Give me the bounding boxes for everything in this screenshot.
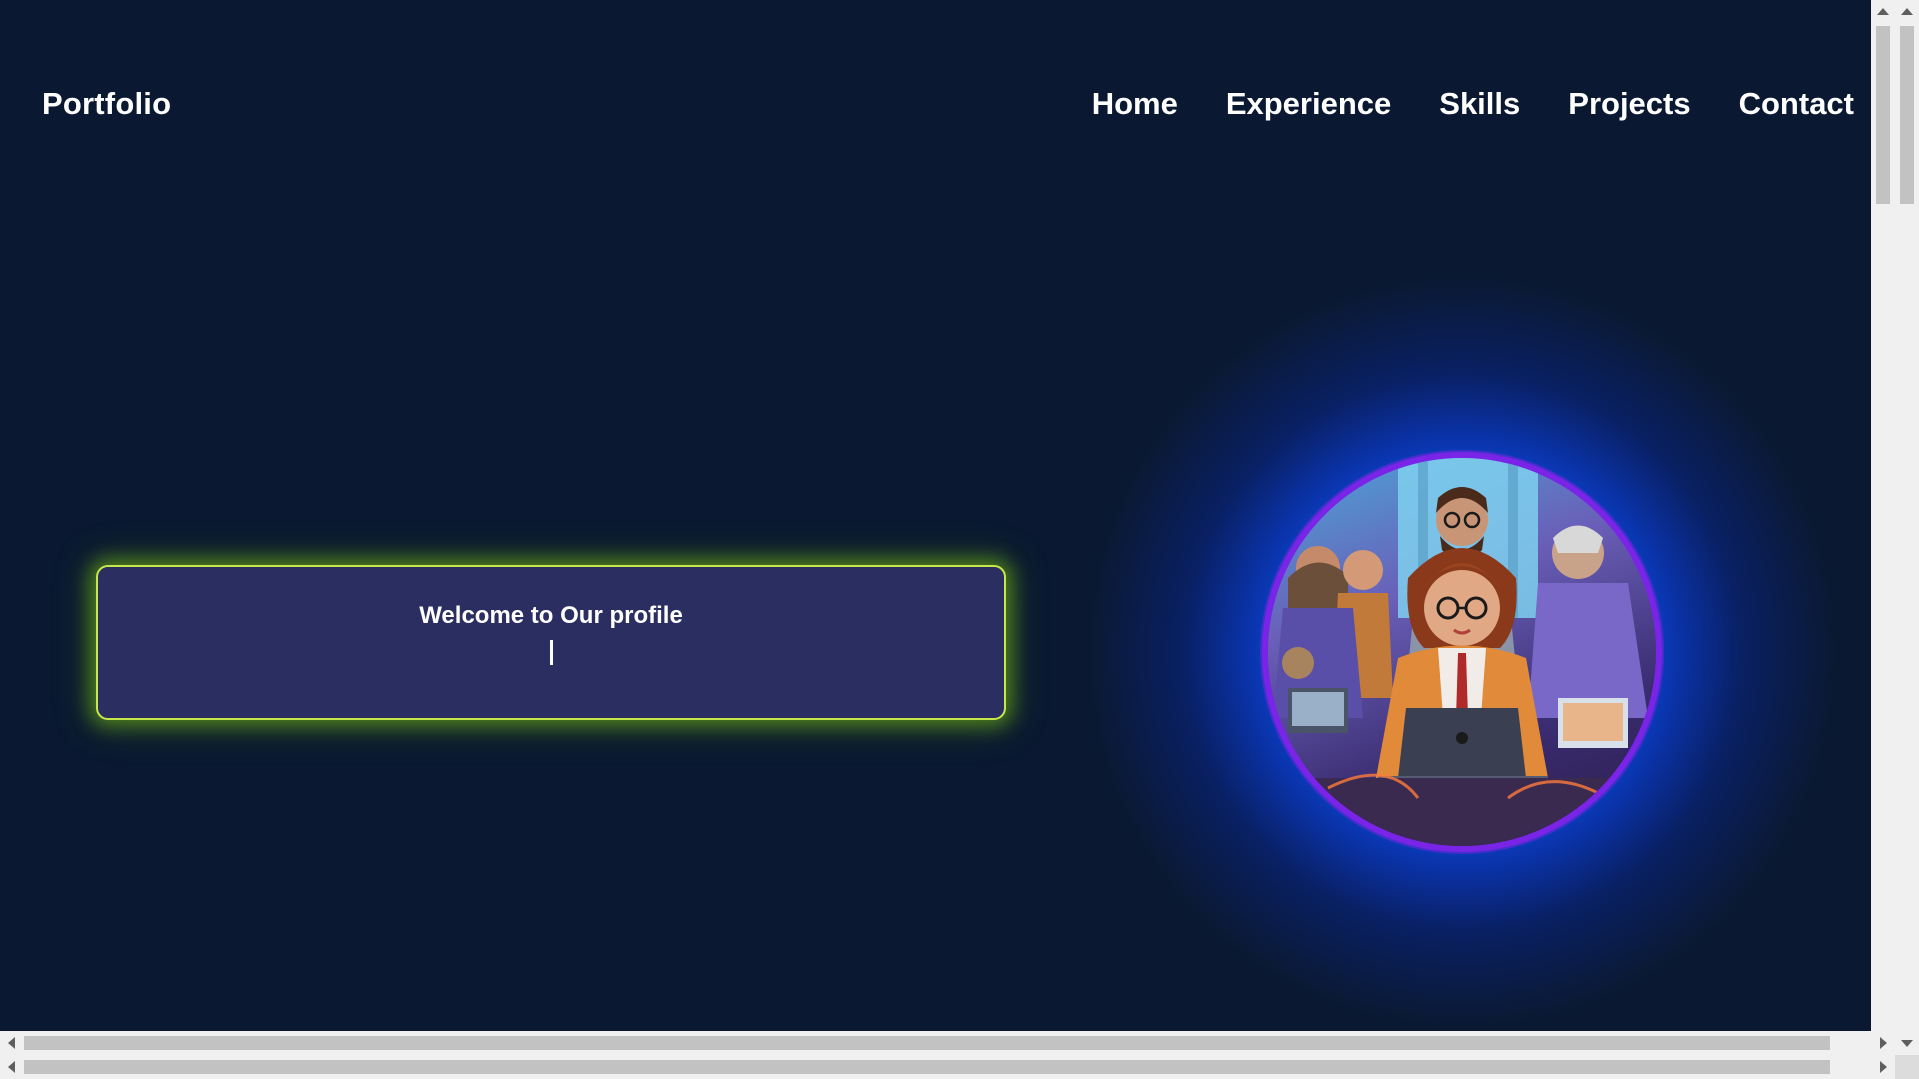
scroll-right-icon[interactable] [1880, 1037, 1887, 1049]
scroll-up-icon[interactable] [1901, 8, 1913, 15]
scrollbar-corner [1895, 1055, 1919, 1079]
profile-avatar [1262, 452, 1662, 852]
vertical-scroll-thumb[interactable] [1876, 26, 1890, 204]
horizontal-scroll-thumb[interactable] [24, 1036, 1830, 1050]
horizontal-scrollbar[interactable] [0, 1031, 1895, 1055]
horizontal-scroll-thumb[interactable] [24, 1060, 1830, 1074]
nav-skills-link[interactable]: Skills [1439, 86, 1520, 122]
page: Portfolio Home Experience Skills Project… [0, 0, 1895, 1055]
welcome-card: Welcome to Our profile [96, 565, 1006, 720]
scroll-right-icon[interactable] [1880, 1061, 1887, 1073]
team-illustration-icon [1268, 458, 1656, 846]
nav-experience-link[interactable]: Experience [1226, 86, 1391, 122]
nav-home-link[interactable]: Home [1092, 86, 1178, 122]
brand-logo[interactable]: Portfolio [42, 86, 171, 122]
vertical-scrollbar-outer[interactable] [1895, 0, 1919, 1055]
vertical-scrollbar[interactable] [1871, 0, 1895, 1055]
scroll-left-icon[interactable] [8, 1061, 15, 1073]
scroll-up-icon[interactable] [1877, 8, 1889, 15]
horizontal-scrollbar-outer[interactable] [0, 1055, 1895, 1079]
vertical-scroll-thumb[interactable] [1900, 26, 1914, 204]
typing-cursor [549, 640, 553, 665]
nav-projects-link[interactable]: Projects [1568, 86, 1690, 122]
welcome-title: Welcome to Our profile [419, 602, 683, 629]
nav-contact-link[interactable]: Contact [1739, 86, 1854, 122]
main-nav: Home Experience Skills Projects Contact [1092, 86, 1854, 122]
scroll-down-icon[interactable] [1901, 1040, 1913, 1047]
scroll-left-icon[interactable] [8, 1037, 15, 1049]
